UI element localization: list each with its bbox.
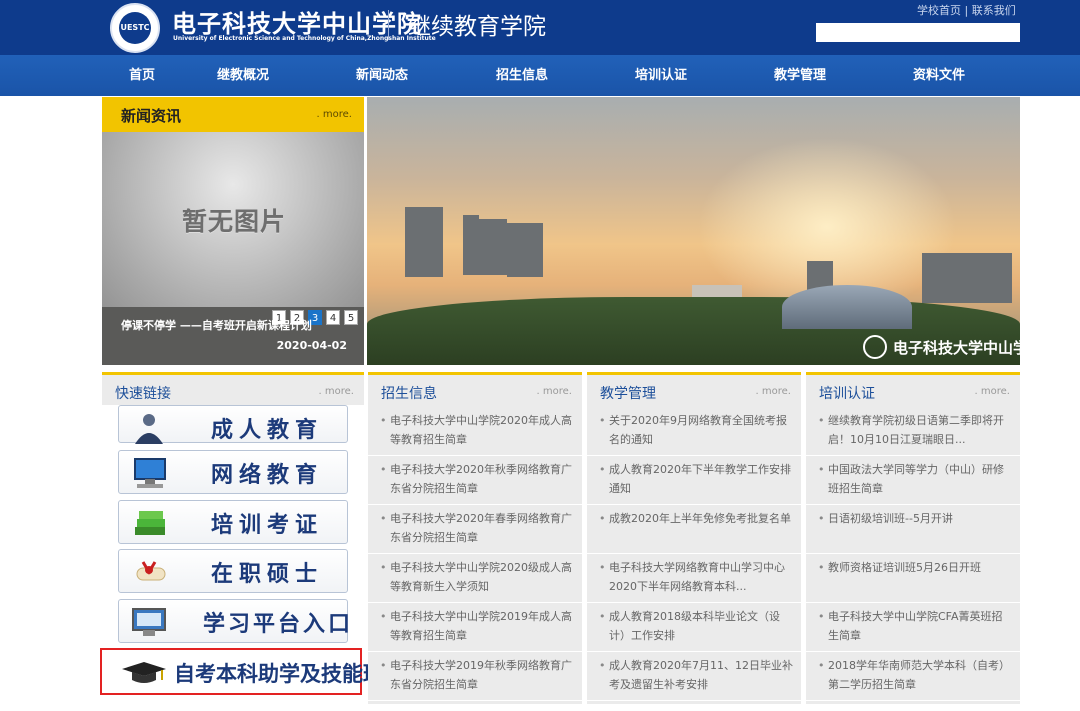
- building: [463, 215, 479, 275]
- search-input[interactable]: [816, 23, 1020, 42]
- graduation-cap-icon: [122, 662, 166, 683]
- admissions-list: 电子科技大学中山学院2020年成人高等教育招生简章 电子科技大学2020年秋季网…: [368, 407, 582, 701]
- quick-link-label: 培训考证: [211, 513, 324, 538]
- quick-links-more-link[interactable]: . more.: [319, 386, 354, 397]
- admissions-title: 招生信息: [381, 386, 437, 402]
- quick-link-online-education[interactable]: 网络教育: [118, 450, 348, 494]
- news-more-link[interactable]: . more.: [317, 109, 352, 120]
- banner-logo-text: 电子科技大学中山学院: [893, 339, 1020, 357]
- list-item[interactable]: 成教2020年上半年免修免考批复名单: [587, 505, 801, 554]
- news-image[interactable]: 暂无图片 1 2 3 4 5: [102, 132, 364, 325]
- building: [479, 219, 507, 275]
- quick-link-label: 成人教育: [211, 418, 324, 443]
- pager-4[interactable]: 4: [326, 310, 340, 325]
- list-item[interactable]: 成人教育2020年下半年教学工作安排通知: [587, 456, 801, 505]
- nav-teaching[interactable]: 教学管理: [774, 55, 826, 96]
- quick-link-in-service-master[interactable]: 在职硕士: [118, 549, 348, 593]
- diploma-icon: [136, 561, 166, 581]
- nav-admissions[interactable]: 招生信息: [496, 55, 548, 96]
- stadium-dome: [782, 285, 912, 329]
- admissions-panel: 招生信息 . more. 电子科技大学中山学院2020年成人高等教育招生简章 电…: [368, 372, 582, 704]
- list-item[interactable]: 电子科技大学中山学院2020级成人高等教育新生入学须知: [368, 554, 582, 603]
- no-image-text: 暂无图片: [182, 207, 287, 236]
- list-item[interactable]: 电子科技大学网络教育中山学习中心2020下半年网络教育本科...: [587, 554, 801, 603]
- list-item[interactable]: 2018学年华南师范大学本科（自考）第二学历招生简章: [806, 652, 1020, 701]
- list-item[interactable]: 日语初级培训班--5月开讲: [806, 505, 1020, 554]
- list-item[interactable]: 电子科技大学中山学院CFA菁英班招生简章: [806, 603, 1020, 652]
- quick-link-label: 学习平台入口: [203, 612, 354, 637]
- quick-link-label: 网络教育: [211, 463, 324, 488]
- teaching-list: 关于2020年9月网络教育全国统考报名的通知 成人教育2020年下半年教学工作安…: [587, 407, 801, 701]
- quick-link-training-certification[interactable]: 培训考证: [118, 500, 348, 544]
- list-item[interactable]: 继续教育学院初级日语第二季即将开启！10月10日江夏瑞眼日...: [806, 407, 1020, 456]
- quick-link-label: 在职硕士: [211, 562, 324, 587]
- quick-link-special-label: 自考本科助学及技能班: [174, 662, 384, 686]
- training-panel: 培训认证 . more. 继续教育学院初级日语第二季即将开启！10月10日江夏瑞…: [806, 372, 1020, 704]
- nav-home[interactable]: 首页: [129, 55, 155, 96]
- college-name: 继续教育学院: [408, 14, 546, 40]
- nav-training[interactable]: 培训认证: [635, 55, 687, 96]
- campus-banner[interactable]: 电子科技大学中山学院: [367, 97, 1020, 365]
- teaching-title: 教学管理: [600, 386, 656, 402]
- monitor-icon: [132, 608, 166, 636]
- contact-us-link[interactable]: 联系我们: [972, 4, 1016, 17]
- university-name[interactable]: 电子科技大学中山学院: [172, 4, 422, 39]
- building: [405, 207, 443, 277]
- news-title: 新闻资讯: [121, 107, 182, 125]
- quick-link-adult-education[interactable]: 成人教育: [118, 405, 348, 444]
- top-links: 学校首页 | 联系我们: [917, 2, 1016, 18]
- school-home-link[interactable]: 学校首页: [917, 4, 961, 17]
- building: [922, 253, 1012, 303]
- university-emblem-icon[interactable]: UESTC: [110, 3, 160, 53]
- quick-link-self-study[interactable]: 自考本科助学及技能班: [100, 648, 384, 695]
- news-header: 新闻资讯 . more.: [102, 97, 364, 132]
- list-item[interactable]: 电子科技大学中山学院2019年成人高等教育招生简章: [368, 603, 582, 652]
- list-item[interactable]: 成人教育2020年7月11、12日毕业补考及遗留生补考安排: [587, 652, 801, 701]
- list-item[interactable]: 电子科技大学中山学院2020年成人高等教育招生简章: [368, 407, 582, 456]
- emblem-text: UESTC: [119, 12, 151, 44]
- list-item[interactable]: 关于2020年9月网络教育全国统考报名的通知: [587, 407, 801, 456]
- main-nav: 首页 继教概况 新闻动态 招生信息 培训认证 教学管理 资料文件: [0, 55, 1080, 96]
- list-item[interactable]: 电子科技大学2020年春季网络教育广东省分院招生简章: [368, 505, 582, 554]
- top-links-separator: |: [964, 4, 969, 17]
- list-item[interactable]: 中国政法大学同等学力（中山）研修班招生简章: [806, 456, 1020, 505]
- news-panel: 新闻资讯 . more. 暂无图片 1 2 3 4 5 停课不停学 ——自考班开…: [102, 97, 364, 365]
- teaching-panel: 教学管理 . more. 关于2020年9月网络教育全国统考报名的通知 成人教育…: [587, 372, 801, 704]
- university-english-name: University of Electronic Science and Tec…: [173, 35, 436, 42]
- training-list: 继续教育学院初级日语第二季即将开启！10月10日江夏瑞眼日... 中国政法大学同…: [806, 407, 1020, 701]
- training-title: 培训认证: [819, 386, 875, 402]
- list-item[interactable]: 成人教育2018级本科毕业论文（设计）工作安排: [587, 603, 801, 652]
- quick-link-learning-platform[interactable]: 学习平台入口: [118, 599, 350, 643]
- pager-5[interactable]: 5: [344, 310, 358, 325]
- admissions-more-link[interactable]: . more.: [537, 386, 572, 397]
- banner-logo: 电子科技大学中山学院: [863, 335, 1020, 361]
- site-header: UESTC 电子科技大学中山学院 University of Electroni…: [0, 0, 1080, 55]
- list-item[interactable]: 电子科技大学2020年秋季网络教育广东省分院招生简章: [368, 456, 582, 505]
- training-more-link[interactable]: . more.: [975, 386, 1010, 397]
- building: [507, 223, 543, 277]
- nav-news[interactable]: 新闻动态: [356, 55, 408, 96]
- teaching-more-link[interactable]: . more.: [756, 386, 791, 397]
- news-date: 2020-04-02: [276, 339, 347, 352]
- banner-emblem-icon: [863, 335, 887, 359]
- nav-documents[interactable]: 资料文件: [913, 55, 965, 96]
- news-caption[interactable]: 停课不停学 ——自考班开启新课程计划: [121, 317, 312, 333]
- list-item[interactable]: 电子科技大学2019年秋季网络教育广东省分院招生简章: [368, 652, 582, 701]
- list-item[interactable]: 教师资格证培训班5月26日开班: [806, 554, 1020, 603]
- nav-overview[interactable]: 继教概况: [217, 55, 269, 96]
- computer-icon: [134, 458, 166, 488]
- books-icon: [135, 511, 165, 535]
- quick-links-title: 快速链接: [115, 386, 171, 402]
- businessman-icon: [135, 414, 163, 444]
- header-divider: [388, 10, 389, 40]
